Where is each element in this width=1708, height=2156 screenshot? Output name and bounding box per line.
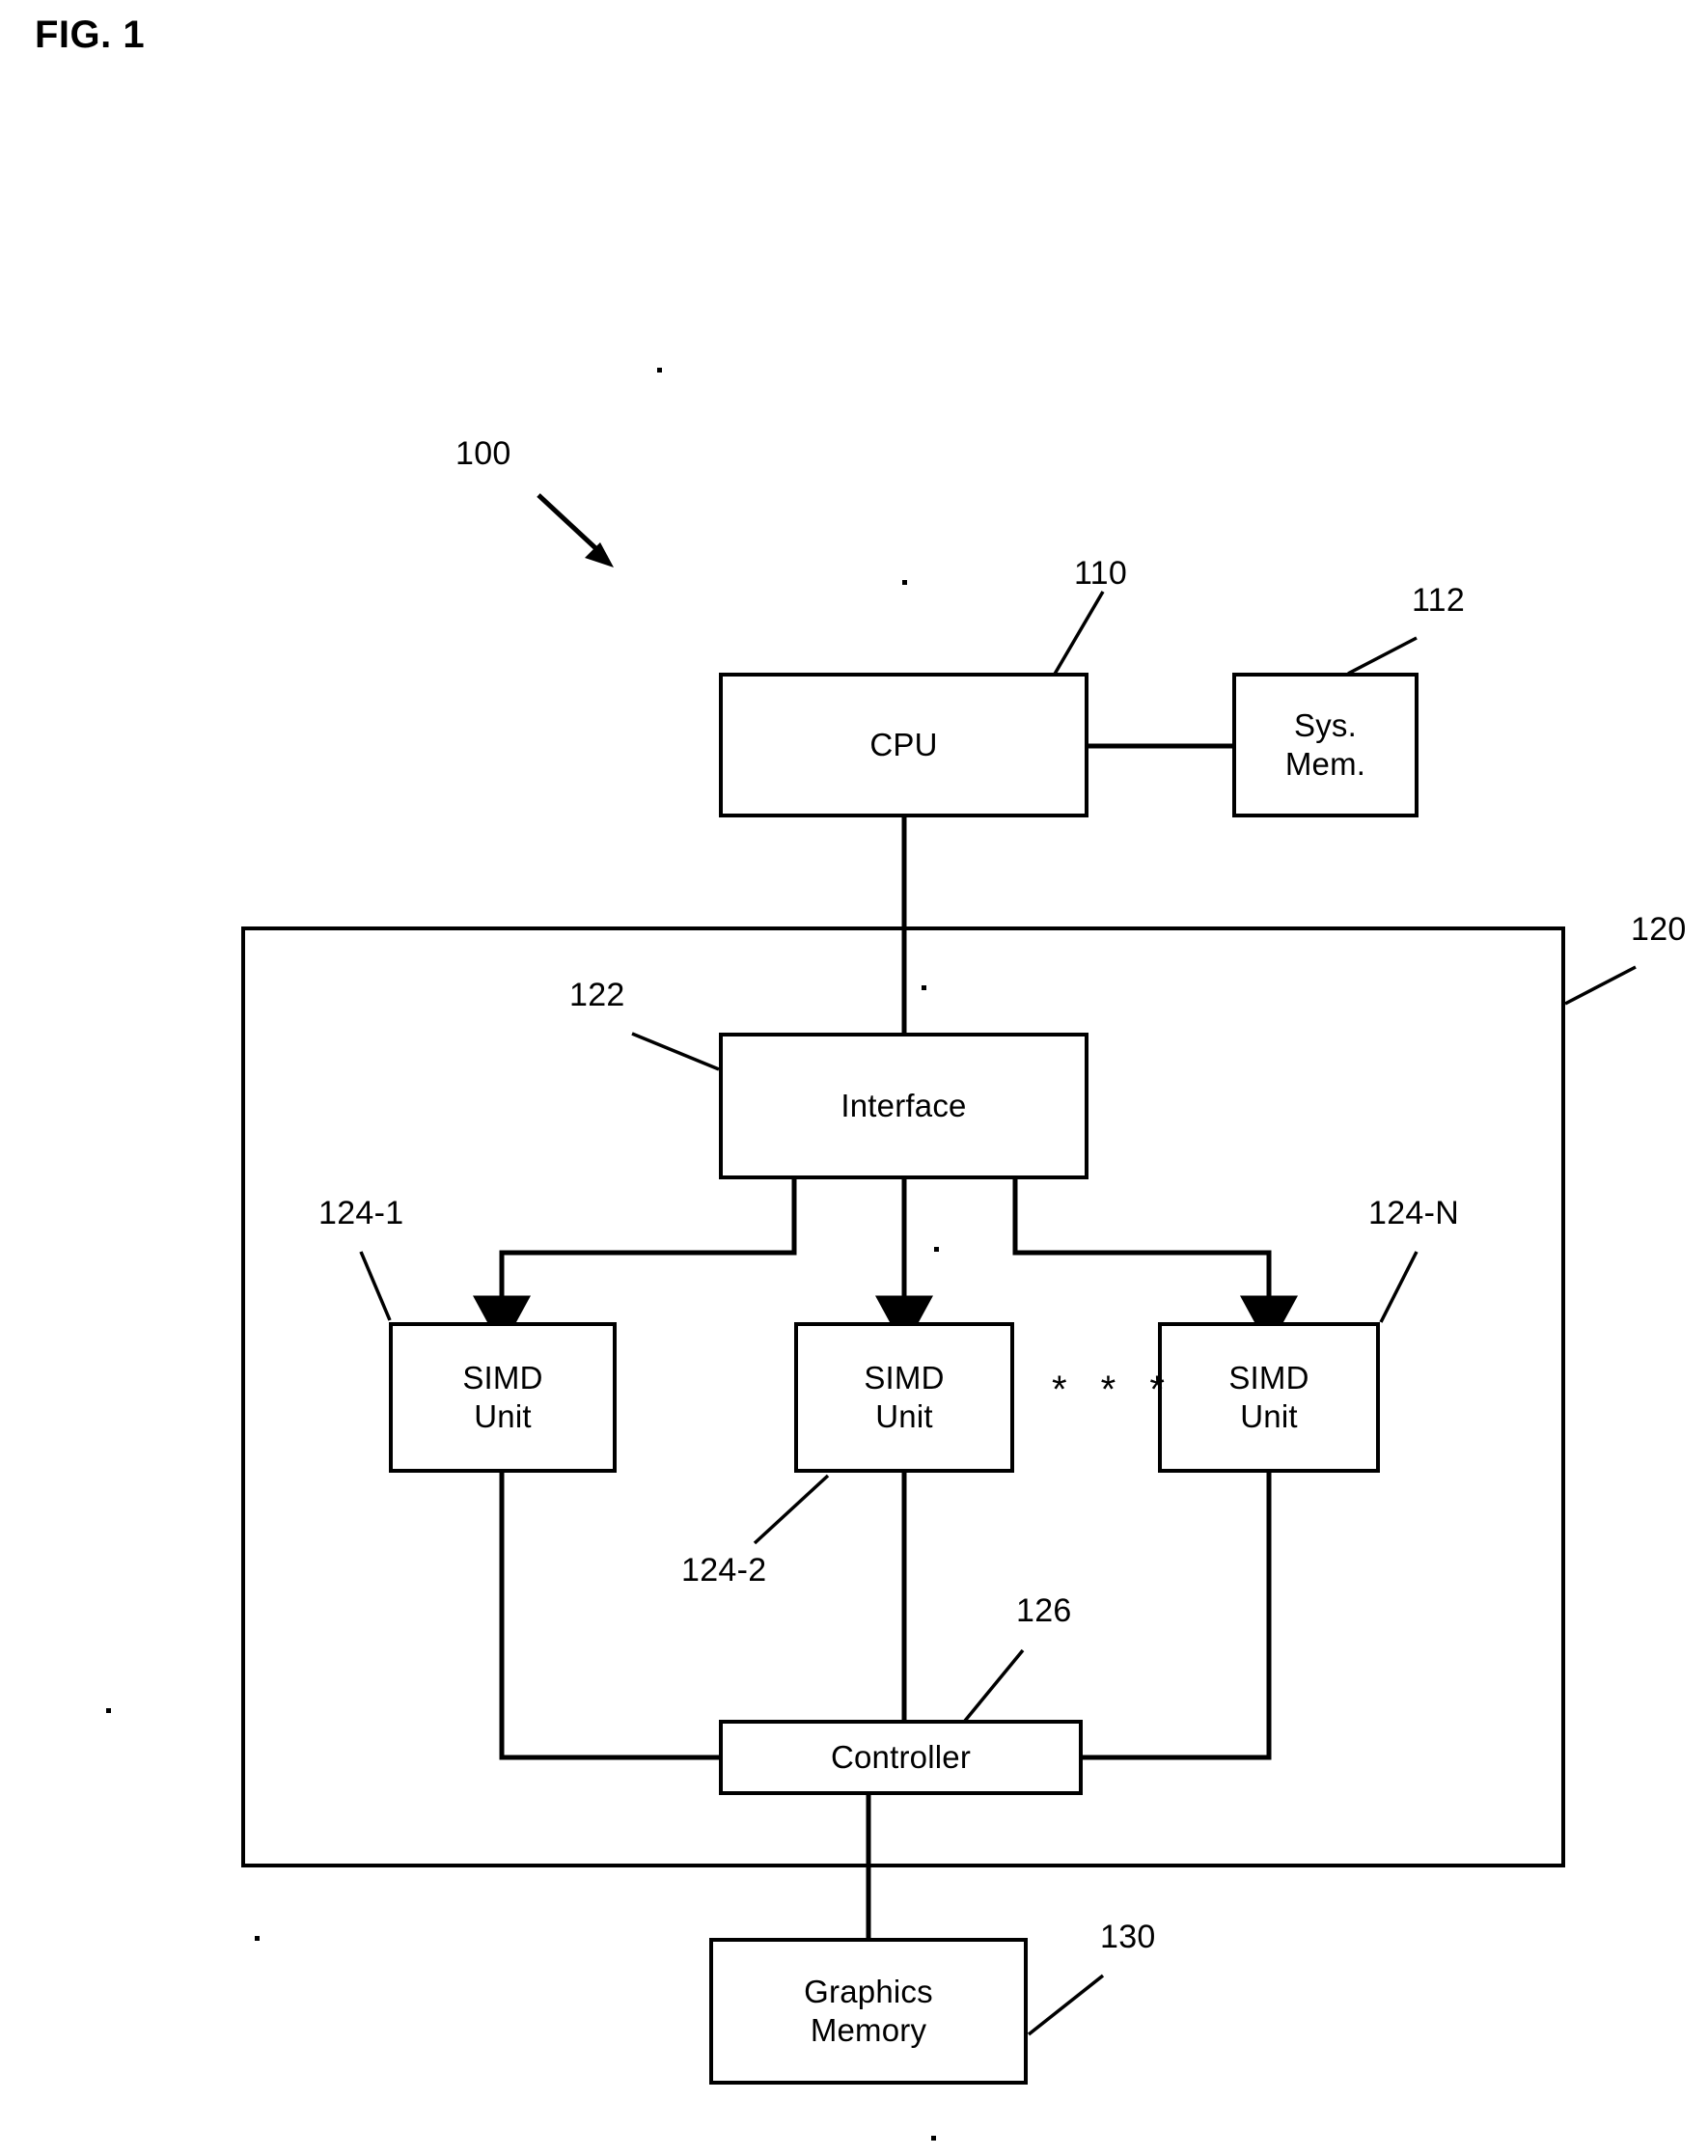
scan-speck	[255, 1936, 260, 1941]
figure-title: FIG. 1	[35, 14, 146, 56]
ref-label-124-2: 124-2	[681, 1552, 767, 1589]
leader-gpu-120	[1564, 965, 1637, 1006]
ref-label-124-1: 124-1	[318, 1195, 404, 1231]
scan-speck	[106, 1708, 111, 1713]
ref-label-110: 110	[1074, 555, 1128, 592]
leader-cpu-110	[1052, 591, 1105, 677]
system-memory-block[interactable]: Sys. Mem.	[1232, 673, 1419, 817]
graphics-memory-block-label: Graphics Memory	[804, 1973, 933, 2048]
graphics-memory-block[interactable]: Graphics Memory	[709, 1938, 1028, 2085]
controller-block[interactable]: Controller	[719, 1720, 1083, 1795]
scan-speck	[922, 985, 926, 990]
simd-units-ellipsis: * * *	[1052, 1368, 1176, 1411]
ref-label-112: 112	[1412, 582, 1466, 619]
scan-speck	[902, 580, 907, 585]
ref-label-100: 100	[455, 435, 511, 472]
cpu-block[interactable]: CPU	[719, 673, 1088, 817]
scan-speck	[934, 1247, 939, 1252]
simd-unit-1-block[interactable]: SIMD Unit	[389, 1322, 617, 1473]
patent-figure-page: FIG. 1 CPU Sys. Mem. Interface SIMD Unit…	[0, 0, 1708, 2156]
ref-label-122: 122	[569, 977, 625, 1013]
cpu-block-label: CPU	[869, 726, 938, 762]
leader-system-memory-112	[1347, 636, 1418, 676]
controller-block-label: Controller	[830, 1738, 972, 1775]
simd-unit-1-block-label: SIMD Unit	[462, 1359, 543, 1434]
simd-unit-2-block-label: SIMD Unit	[864, 1359, 945, 1434]
interface-block[interactable]: Interface	[719, 1033, 1088, 1179]
leader-system-100-arrowhead	[585, 542, 614, 567]
simd-unit-2-block[interactable]: SIMD Unit	[794, 1322, 1014, 1473]
leader-system-100	[537, 493, 608, 560]
system-memory-block-label: Sys. Mem.	[1284, 706, 1366, 782]
ref-label-120: 120	[1631, 911, 1687, 948]
ref-label-126: 126	[1016, 1592, 1072, 1629]
ref-label-124-N: 124-N	[1368, 1195, 1460, 1231]
ref-label-130: 130	[1100, 1919, 1156, 1955]
simd-unit-n-block-label: SIMD Unit	[1228, 1359, 1309, 1434]
interface-block-label: Interface	[840, 1087, 967, 1123]
scan-speck	[657, 368, 662, 373]
leader-graphics-memory-130	[1027, 1974, 1105, 2036]
simd-unit-n-block[interactable]: SIMD Unit	[1158, 1322, 1380, 1473]
scan-speck	[931, 2136, 936, 2141]
